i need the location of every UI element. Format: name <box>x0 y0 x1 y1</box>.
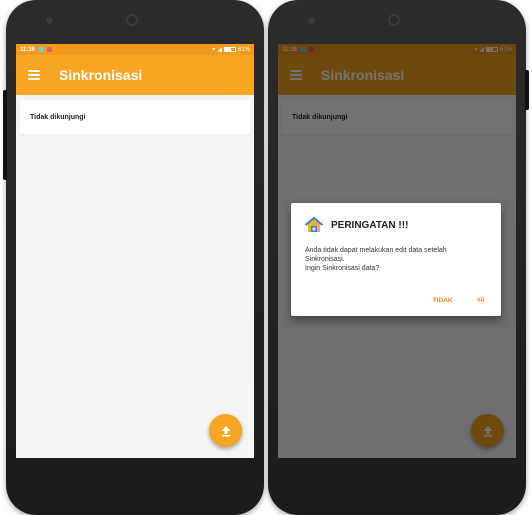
cancel-button[interactable]: TIDAK <box>433 297 453 304</box>
menu-icon[interactable] <box>28 70 40 80</box>
dialog-actions: TIDAK YA <box>433 297 485 304</box>
sensor-dot <box>308 17 315 24</box>
warning-dialog: PERINGATAN !!! Anda tidak dapat melakuka… <box>291 203 501 316</box>
phone-frame-left: 11:36 ▾ ◢ 61% Sinkronisasi Tidak dikunju… <box>3 0 264 515</box>
confirm-button[interactable]: YA <box>477 297 485 304</box>
notification-icon <box>38 47 45 52</box>
sensor-dot <box>46 17 53 24</box>
app-bar: Sinkronisasi <box>16 55 254 95</box>
navigation-bar <box>16 459 254 507</box>
battery-percent: 61% <box>237 46 250 53</box>
side-button <box>3 90 7 180</box>
screen-left: 11:36 ▾ ◢ 61% Sinkronisasi Tidak dikunju… <box>16 44 254 458</box>
status-icons: ▾ ◢ 61% <box>212 46 250 54</box>
wifi-icon: ▾ <box>212 47 216 53</box>
side-button <box>525 70 529 110</box>
app-title: Sinkronisasi <box>59 67 143 83</box>
dialog-message: Anda tidak dapat melakukan edit data set… <box>305 247 447 272</box>
upload-icon <box>221 425 230 436</box>
house-warning-icon <box>305 217 323 232</box>
status-bar: 11:36 ▾ ◢ 61% <box>16 44 254 55</box>
phone-frame-right: 11:36 ▾ ◢ 61% Sinkronisasi Tidak dikunju… <box>268 0 529 515</box>
notification-icon <box>47 47 53 52</box>
front-camera <box>126 14 138 26</box>
upload-button[interactable] <box>209 414 242 447</box>
front-camera <box>388 14 400 26</box>
dialog-title: PERINGATAN !!! <box>331 219 409 231</box>
dialog-header: PERINGATAN !!! <box>305 217 487 233</box>
screen-right: 11:36 ▾ ◢ 61% Sinkronisasi Tidak dikunju… <box>278 44 516 458</box>
status-time: 11:36 <box>20 46 36 53</box>
list-item[interactable]: Tidak dikunjungi <box>20 100 250 134</box>
signal-icon: ◢ <box>217 47 222 53</box>
battery-icon <box>223 47 236 52</box>
navigation-bar <box>278 459 516 507</box>
